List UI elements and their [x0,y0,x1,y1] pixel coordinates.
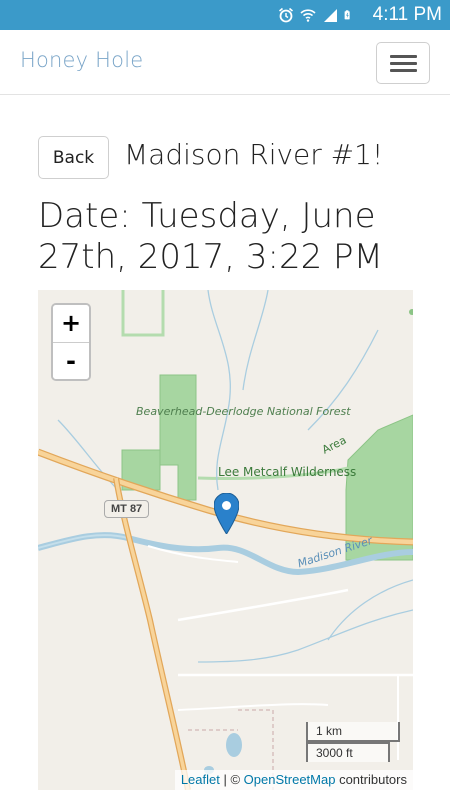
signal-icon [324,9,337,22]
map-attribution: Leaflet | © OpenStreetMap contributors [174,770,413,790]
scale-imperial: 3000 ft [306,742,390,762]
leaflet-link[interactable]: Leaflet [181,772,220,787]
map-scale: 1 km 3000 ft [306,722,400,762]
osm-link[interactable]: OpenStreetMap [244,772,336,787]
alarm-icon [278,7,294,23]
menu-toggle-button[interactable] [376,42,430,84]
status-icons [278,6,354,24]
catch-date: Date: Tuesday, June 27th, 2017, 3:22 PM [38,196,383,277]
zoom-out-button[interactable]: - [53,342,89,379]
page-title: Madison River #1! [124,138,384,171]
scale-metric: 1 km [306,722,400,742]
back-button[interactable]: Back [38,136,109,179]
brand-link[interactable]: Honey Hole [20,48,143,72]
highway-shield: MT 87 [104,500,150,518]
attribution-separator: | © [219,772,244,787]
hamburger-icon-line [390,69,417,72]
clock: 4:11 PM [372,4,442,25]
map-pin-icon[interactable] [214,493,239,534]
battery-charging-icon [344,10,350,20]
wilderness-label: Lee Metcalf Wilderness [218,465,357,479]
hamburger-icon [390,55,417,58]
wifi-icon [300,9,316,22]
status-bar: 4:11 PM [0,0,450,30]
zoom-in-button[interactable]: + [53,305,89,342]
hamburger-icon-line [390,62,417,65]
map-view[interactable]: Beaverhead-Deerlodge National Forest Lee… [38,290,413,790]
forest-label: Beaverhead-Deerlodge National Forest [136,405,351,418]
navbar: Honey Hole [0,30,450,95]
attribution-suffix: contributors [335,772,407,787]
zoom-control: + - [51,303,91,381]
